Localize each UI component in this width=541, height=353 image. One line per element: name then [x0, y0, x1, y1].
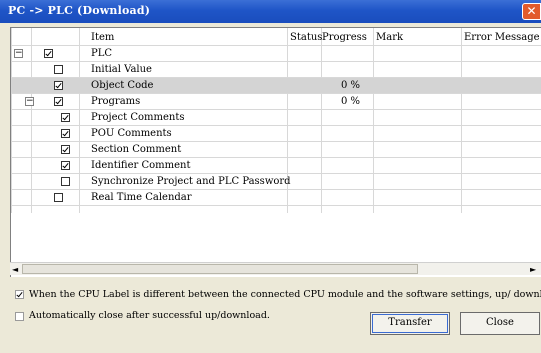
transfer-item-grid: Item Status Progress Mark Error Message …: [10, 27, 541, 277]
cpu-label-checkbox[interactable]: [15, 290, 24, 299]
table-row[interactable]: Synchronize Project and PLC Password: [11, 174, 541, 190]
row-label: Real Time Calendar: [91, 192, 192, 203]
table-row[interactable]: Project Comments: [11, 110, 541, 126]
scroll-right-icon[interactable]: ►: [530, 265, 536, 274]
table-row[interactable]: Identifier Comment: [11, 158, 541, 174]
row-label: Identifier Comment: [91, 160, 191, 171]
scrollbar-thumb[interactable]: [22, 264, 418, 274]
row-label: PLC: [91, 48, 113, 59]
horizontal-scrollbar[interactable]: ◄ ►: [10, 262, 541, 275]
header-error-message[interactable]: Error Message: [464, 30, 540, 46]
download-dialog: PC -> PLC (Download) ✕ Item Status Progr…: [0, 0, 541, 353]
table-row[interactable]: − Programs 0 %: [11, 94, 541, 110]
row-label: Synchronize Project and PLC Password: [91, 176, 291, 187]
row-label: Programs: [91, 96, 141, 107]
auto-close-checkbox[interactable]: [15, 312, 24, 321]
row-label: Object Code: [91, 80, 154, 91]
title-bar[interactable]: PC -> PLC (Download) ✕: [0, 0, 541, 23]
collapse-icon[interactable]: −: [14, 49, 23, 58]
auto-close-option-text: Automatically close after successful up/…: [29, 310, 270, 321]
row-checkbox[interactable]: [61, 177, 70, 186]
row-checkbox[interactable]: [54, 97, 63, 106]
row-progress: 0 %: [341, 80, 361, 91]
row-label: Initial Value: [91, 64, 152, 75]
row-progress: 0 %: [341, 96, 361, 107]
collapse-icon[interactable]: −: [25, 97, 34, 106]
scroll-left-icon[interactable]: ◄: [12, 265, 18, 274]
row-label: Project Comments: [91, 112, 185, 123]
transfer-button[interactable]: Transfer: [370, 312, 450, 335]
table-row[interactable]: − PLC: [11, 46, 541, 62]
header-item[interactable]: Item: [91, 30, 114, 46]
row-checkbox[interactable]: [61, 113, 70, 122]
row-checkbox[interactable]: [54, 193, 63, 202]
table-row[interactable]: Real Time Calendar: [11, 190, 541, 206]
table-row[interactable]: Section Comment: [11, 142, 541, 158]
row-label: Section Comment: [91, 144, 182, 155]
cpu-label-option-text: When the CPU Label is different between …: [29, 289, 541, 300]
table-row[interactable]: Initial Value: [11, 62, 541, 78]
header-mark[interactable]: Mark: [376, 30, 403, 46]
row-checkbox[interactable]: [54, 81, 63, 90]
header-progress[interactable]: Progress: [322, 30, 367, 46]
table-header-row: Item Status Progress Mark Error Message: [11, 30, 541, 46]
row-checkbox[interactable]: [54, 65, 63, 74]
row-checkbox[interactable]: [61, 145, 70, 154]
table-row[interactable]: POU Comments: [11, 126, 541, 142]
close-window-icon[interactable]: ✕: [522, 3, 541, 20]
row-checkbox[interactable]: [61, 129, 70, 138]
row-checkbox[interactable]: [44, 49, 53, 58]
header-status[interactable]: Status: [290, 30, 322, 46]
table-row[interactable]: Object Code 0 %: [11, 78, 541, 94]
window-title: PC -> PLC (Download): [8, 4, 151, 17]
close-button[interactable]: Close: [460, 312, 540, 335]
row-label: POU Comments: [91, 128, 172, 139]
row-checkbox[interactable]: [61, 161, 70, 170]
